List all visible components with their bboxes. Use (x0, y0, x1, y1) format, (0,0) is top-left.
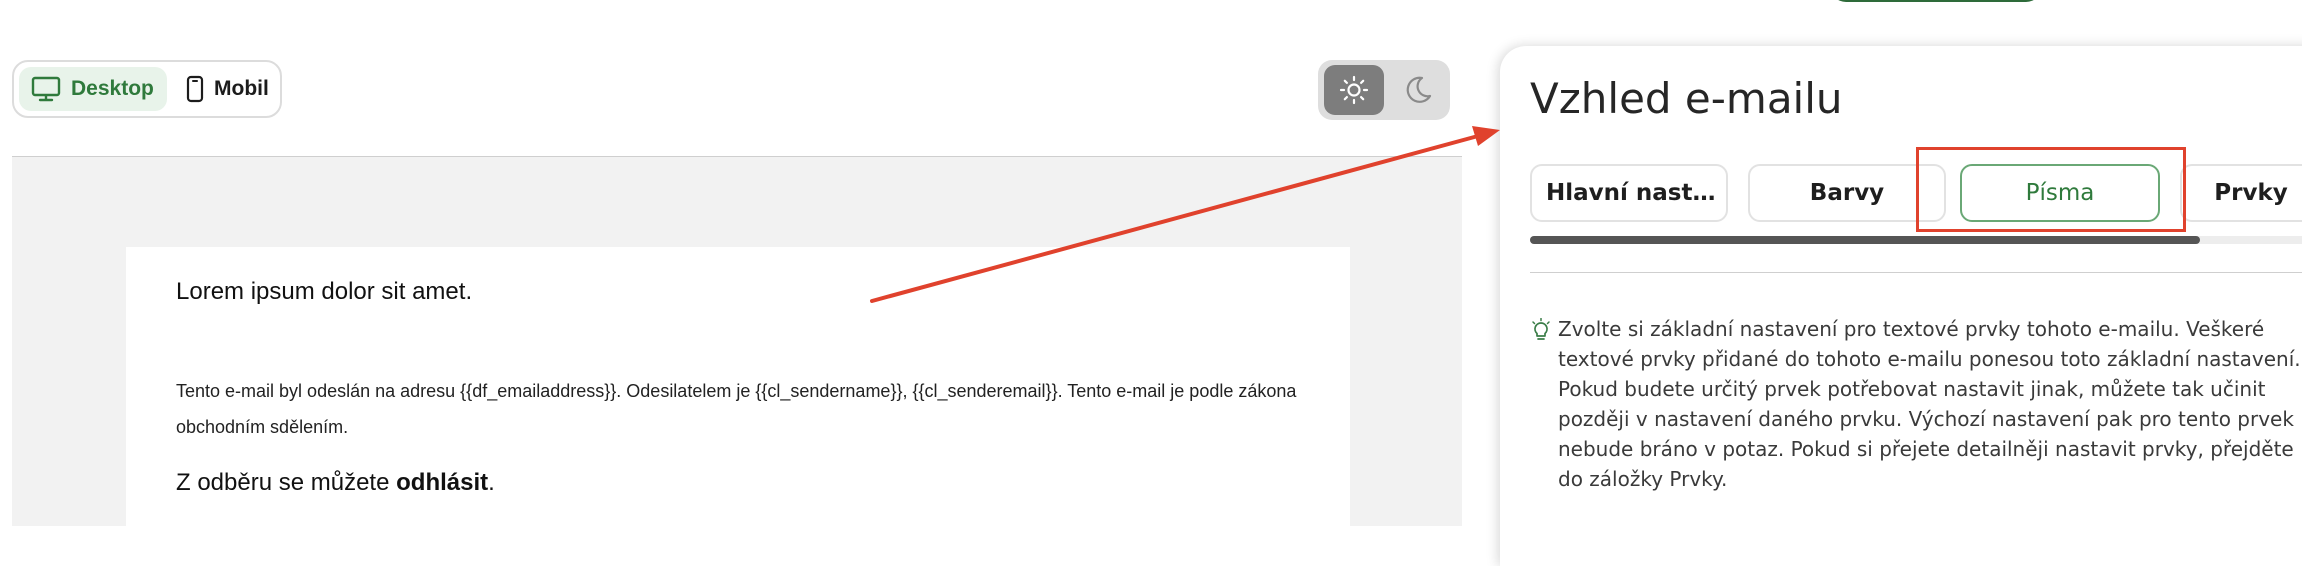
email-footer-text: Tento e-mail byl odeslán na adresu {{df_… (176, 381, 1297, 437)
sun-icon (1339, 75, 1369, 105)
unsubscribe-suffix: . (488, 469, 495, 496)
device-toggle: Desktop Mobil (12, 60, 282, 118)
tab-elements-label: Prvky (2214, 180, 2288, 206)
panel-divider (1530, 272, 2302, 273)
monitor-icon (31, 76, 61, 102)
annotation-highlight-box (1916, 147, 2186, 232)
moon-icon (1406, 76, 1432, 103)
tab-colors-label: Barvy (1809, 180, 1885, 206)
tab-main-settings-label: Hlavní nastavení (1546, 180, 1722, 206)
hint-text: Zvolte si základní nastavení pro textové… (1558, 317, 2301, 491)
light-theme-button[interactable] (1324, 65, 1384, 115)
dark-theme-button[interactable] (1392, 65, 1444, 115)
email-title-text: Lorem ipsum dolor sit amet. (176, 278, 473, 305)
lightbulb-icon (1532, 318, 1550, 340)
top-action-button-partial[interactable] (1830, 0, 2042, 2)
desktop-view-button[interactable]: Desktop (19, 67, 167, 111)
mobile-view-button[interactable]: Mobil (174, 67, 279, 111)
email-preview-card: Lorem ipsum dolor sit amet. Tento e-mail… (126, 247, 1350, 526)
unsubscribe-link[interactable]: odhlásit (396, 469, 488, 496)
unsubscribe-text: Z odběru se můžete odhlásit. (176, 469, 495, 497)
tabs-scrollbar-thumb[interactable] (1530, 236, 2200, 244)
tab-main-settings[interactable]: Hlavní nastavení (1530, 164, 1728, 222)
email-appearance-panel: Vzhled e-mailu Hlavní nastavení Barvy Pí… (1500, 46, 2302, 566)
panel-title: Vzhled e-mailu (1530, 74, 1843, 123)
mobile-view-label: Mobil (214, 77, 269, 100)
unsubscribe-prefix: Z odběru se můžete (176, 469, 397, 496)
smartphone-icon (186, 75, 204, 103)
theme-toggle (1318, 60, 1450, 120)
desktop-view-label: Desktop (71, 77, 154, 100)
tab-elements[interactable]: Prvky (2180, 164, 2302, 222)
